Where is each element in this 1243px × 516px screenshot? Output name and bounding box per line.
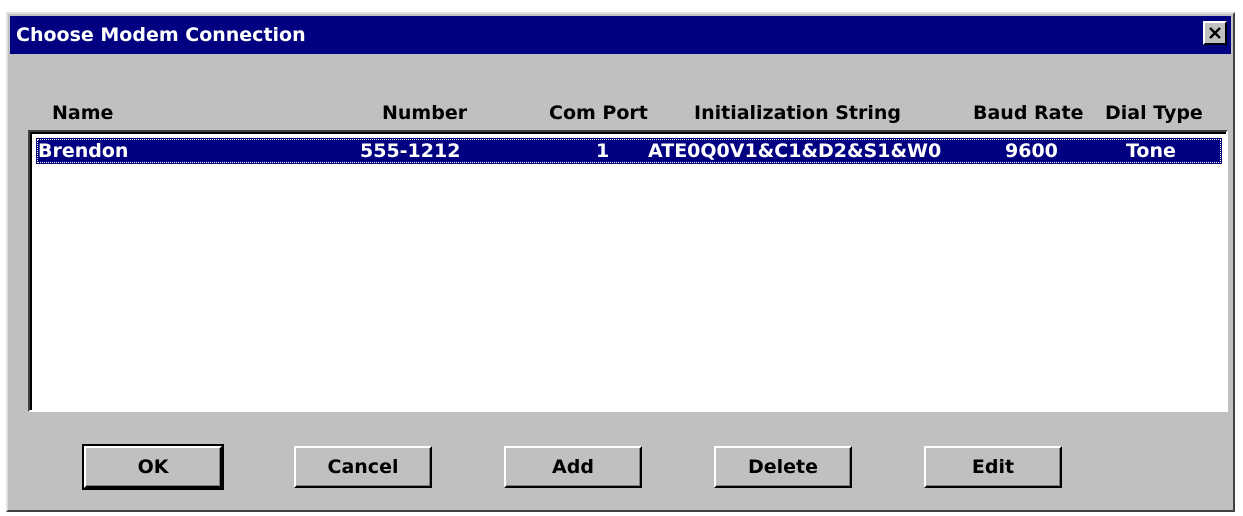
cancel-button[interactable]: Cancel — [294, 446, 432, 488]
close-icon — [1209, 27, 1221, 39]
connection-com-port: 1 — [596, 140, 610, 162]
ok-button[interactable]: OK — [82, 444, 224, 490]
connection-list-body: Brendon 555-1212 1 ATE0Q0V1&C1&D2&S1&W0 … — [30, 132, 1226, 410]
column-header-name[interactable]: Name — [52, 102, 113, 124]
column-header-number[interactable]: Number — [382, 102, 467, 124]
window-title: Choose Modem Connection — [16, 24, 306, 46]
column-header-com-port[interactable]: Com Port — [549, 102, 648, 124]
modem-connection-dialog: Choose Modem Connection Name Number Com … — [6, 12, 1235, 512]
connection-name: Brendon — [38, 140, 129, 162]
column-headers: Name Number Com Port Initialization Stri… — [8, 102, 1233, 130]
connection-row-selected[interactable]: Brendon 555-1212 1 ATE0Q0V1&C1&D2&S1&W0 … — [36, 138, 1222, 164]
column-header-dial-type[interactable]: Dial Type — [1105, 102, 1203, 124]
edit-button[interactable]: Edit — [924, 446, 1062, 488]
connection-init-string: ATE0Q0V1&C1&D2&S1&W0 — [648, 140, 942, 162]
connection-dial-type: Tone — [1126, 140, 1176, 162]
column-header-initialization-string[interactable]: Initialization String — [694, 102, 901, 124]
close-button[interactable] — [1203, 21, 1227, 45]
connection-list[interactable]: Brendon 555-1212 1 ATE0Q0V1&C1&D2&S1&W0 … — [28, 130, 1228, 412]
connection-number: 555-1212 — [360, 140, 461, 162]
add-button[interactable]: Add — [504, 446, 642, 488]
title-bar[interactable]: Choose Modem Connection — [10, 16, 1231, 54]
connection-baud-rate: 9600 — [1005, 140, 1058, 162]
column-header-baud-rate[interactable]: Baud Rate — [973, 102, 1083, 124]
delete-button[interactable]: Delete — [714, 446, 852, 488]
